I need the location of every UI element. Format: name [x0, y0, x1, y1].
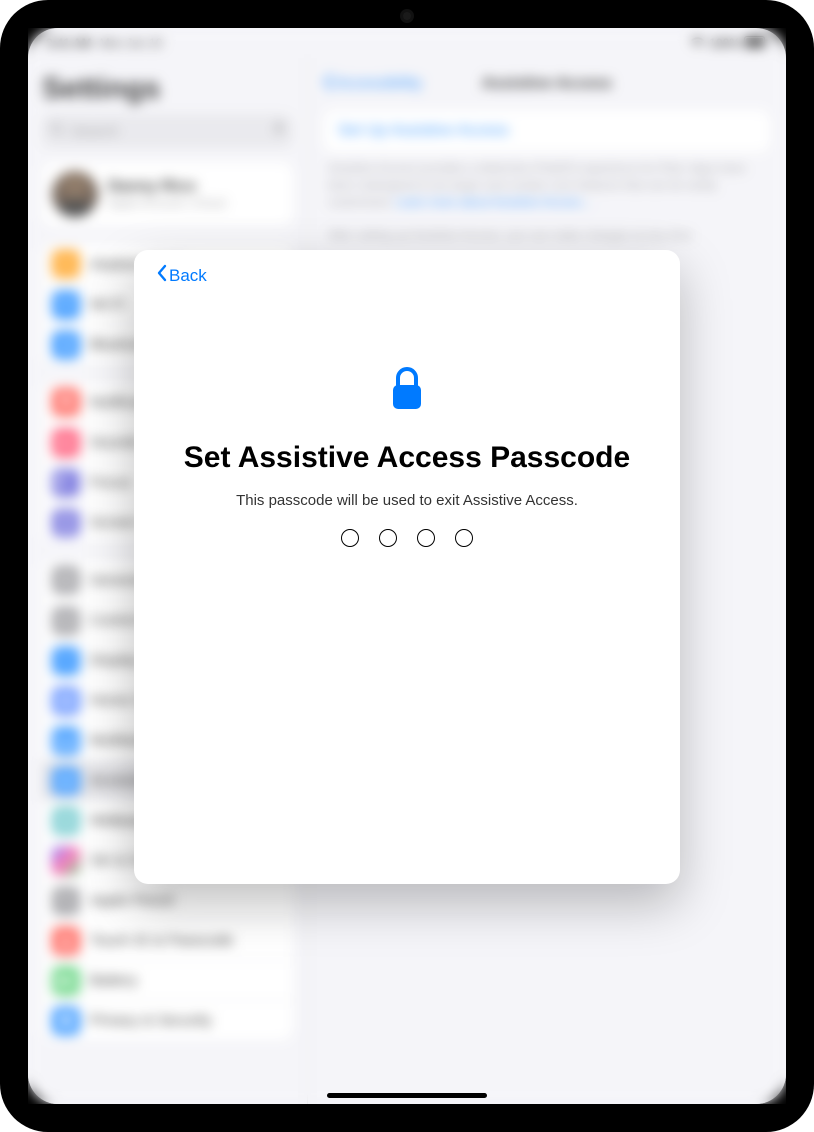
modal-back-label: Back	[169, 266, 207, 286]
passcode-dot	[341, 529, 359, 547]
front-camera	[403, 12, 411, 20]
modal-title: Set Assistive Access Passcode	[184, 440, 630, 476]
modal-back-button[interactable]: Back	[156, 264, 658, 287]
passcode-dot	[455, 529, 473, 547]
passcode-dot	[379, 529, 397, 547]
screen: 9:41 AM Mon Jun 10 100% Settings	[28, 28, 786, 1104]
chevron-left-icon	[156, 264, 167, 287]
modal-subtitle: This passcode will be used to exit Assis…	[236, 492, 578, 509]
lock-icon	[387, 365, 427, 418]
home-indicator[interactable]	[327, 1093, 487, 1098]
passcode-modal: Back Set Assistive Access Passcode This …	[134, 250, 680, 884]
passcode-dot	[417, 529, 435, 547]
passcode-dots[interactable]	[341, 529, 473, 547]
